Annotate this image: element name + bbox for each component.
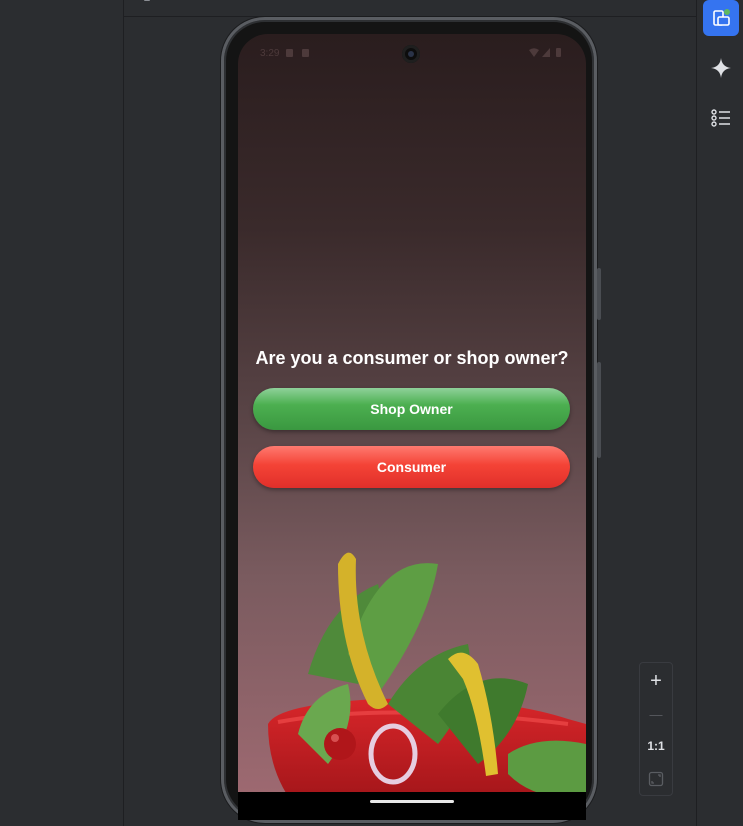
navigation-bar <box>238 792 586 820</box>
front-camera <box>402 45 420 63</box>
structure-button[interactable] <box>703 100 739 136</box>
shop-owner-button[interactable]: Shop Owner <box>253 388 570 430</box>
volume-button[interactable] <box>597 362 601 458</box>
battery-icon <box>556 48 561 57</box>
running-devices-icon <box>713 9 730 26</box>
status-time: 3:29 <box>260 48 280 59</box>
running-devices-button[interactable] <box>703 0 739 36</box>
status-bar: 3:29 <box>238 34 586 74</box>
signal-icon <box>542 48 550 57</box>
zoom-out-button[interactable]: — <box>640 698 672 730</box>
header-fragment <box>144 0 150 1</box>
home-handle[interactable] <box>370 800 454 803</box>
fit-screen-icon <box>648 771 664 787</box>
device-screen[interactable]: 3:29 Are you a consumer or shop owner? S… <box>238 34 586 810</box>
left-panel <box>0 0 124 826</box>
emulator-header <box>124 0 696 17</box>
fit-screen-button[interactable] <box>640 763 672 795</box>
zoom-controls: + — 1:1 <box>639 662 673 796</box>
device-frame: 3:29 Are you a consumer or shop owner? S… <box>221 17 597 823</box>
list-icon <box>711 109 730 127</box>
consumer-button[interactable]: Consumer <box>253 446 570 488</box>
role-question: Are you a consumer or shop owner? <box>255 348 569 368</box>
wifi-icon <box>529 48 539 57</box>
salad-bowl-image <box>268 552 586 810</box>
right-toolbar <box>696 0 743 826</box>
power-button[interactable] <box>597 268 601 320</box>
actual-size-button[interactable]: 1:1 <box>640 730 672 762</box>
notification-icon <box>302 49 309 57</box>
gemini-sparkle-icon <box>711 58 731 78</box>
gemini-button[interactable] <box>703 50 739 86</box>
zoom-in-button[interactable]: + <box>640 665 672 697</box>
sim-icon <box>286 49 293 57</box>
